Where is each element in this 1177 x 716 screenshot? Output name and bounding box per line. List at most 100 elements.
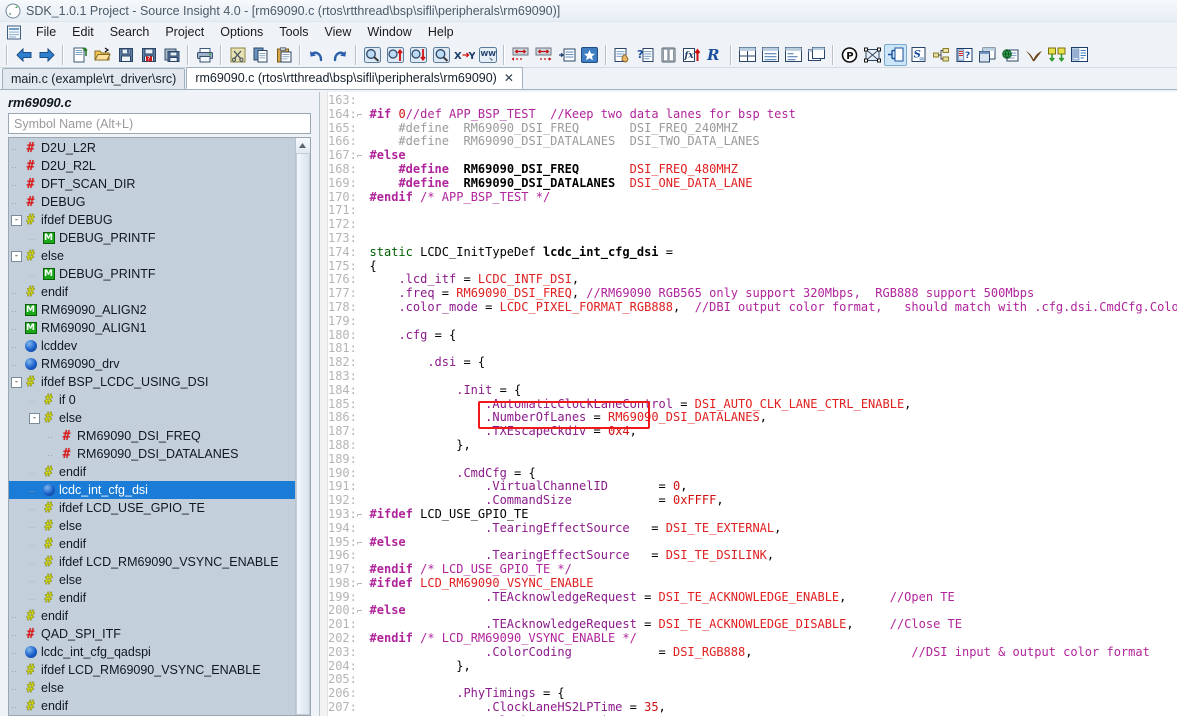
code-line[interactable]: 185: .AutomaticClockLaneControl = DSI_AU… bbox=[328, 397, 1177, 412]
context-help-icon[interactable]: ? bbox=[634, 44, 657, 66]
symbol-tree-item[interactable]: ·· # DEBUG bbox=[9, 193, 295, 211]
code-line[interactable]: 192: .CommandSize = 0xFFFF, bbox=[328, 493, 1177, 508]
menu-file[interactable]: File bbox=[28, 24, 64, 40]
tab-close-icon[interactable]: ✕ bbox=[504, 71, 514, 85]
code-line[interactable]: 173: bbox=[328, 231, 1177, 246]
file-properties-icon[interactable]: ? bbox=[953, 44, 976, 66]
menu-tools[interactable]: Tools bbox=[271, 24, 316, 40]
symbol-tree-item[interactable]: ·· # endif bbox=[9, 463, 295, 481]
tree-collapse-toggle[interactable]: - bbox=[11, 214, 22, 226]
symbol-tree-item[interactable]: ·· # endif bbox=[9, 697, 295, 715]
symbol-tree-item[interactable]: ·· # endif bbox=[9, 607, 295, 625]
code-line[interactable]: 200:⌐ #else bbox=[328, 604, 1177, 618]
menu-options[interactable]: Options bbox=[212, 24, 271, 40]
scroll-up-button[interactable] bbox=[295, 138, 310, 153]
shift-left-icon[interactable] bbox=[509, 44, 532, 66]
code-line[interactable]: 204: }, bbox=[328, 659, 1177, 674]
code-line[interactable]: 175: { bbox=[328, 259, 1177, 274]
code-line[interactable]: 178: .color_mode = LCDC_PIXEL_FORMAT_RGB… bbox=[328, 300, 1177, 315]
code-line[interactable]: 184: .Init = { bbox=[328, 383, 1177, 398]
symbol-tree-item[interactable]: ·· # endif bbox=[9, 589, 295, 607]
editor-tab[interactable]: main.c (example\rt_driver\src) bbox=[2, 68, 186, 89]
code-line[interactable]: 207: .ClockLaneHS2LPTime = 35, bbox=[328, 700, 1177, 715]
symbol-tree-item[interactable]: ·· lcdc_int_cfg_qadspi bbox=[9, 643, 295, 661]
context-window-icon[interactable] bbox=[884, 43, 907, 66]
symbol-tree-item[interactable]: ·· # ifdef LCD_RM69090_VSYNC_ENABLE bbox=[9, 661, 295, 679]
redo-icon[interactable] bbox=[328, 44, 351, 66]
symbol-tree-item[interactable]: ·· # D2U_L2R bbox=[9, 139, 295, 157]
symbol-tree-item[interactable]: - # else bbox=[9, 247, 295, 265]
symbol-tree-item[interactable]: ·· # endif bbox=[9, 283, 295, 301]
code-line[interactable]: 176: .lcd_itf = LCDC_INTF_DSI, bbox=[328, 272, 1177, 287]
symbol-tree[interactable]: ·· # D2U_L2R ·· # D2U_R2L ·· # DFT_SCAN_DIR ·· # DE… bbox=[9, 138, 295, 715]
symbol-tree-item[interactable]: ·· # endif bbox=[9, 535, 295, 553]
code-line[interactable]: 187: .TXEscapeCkdiv = 0x4, bbox=[328, 424, 1177, 439]
menu-view[interactable]: View bbox=[317, 24, 360, 40]
vertical-split-icon[interactable] bbox=[782, 44, 805, 66]
symbol-tree-item[interactable]: ·· # RM69090_DSI_DATALANES bbox=[9, 445, 295, 463]
browse-web-icon[interactable]: WWW bbox=[476, 44, 499, 66]
code-line[interactable]: 202: #endif /* LCD_RM69090_VSYNC_ENABLE … bbox=[328, 631, 1177, 646]
save-icon[interactable] bbox=[114, 44, 137, 66]
code-line[interactable]: 180: .cfg = { bbox=[328, 328, 1177, 343]
undo-icon[interactable] bbox=[305, 44, 328, 66]
symbol-tree-item[interactable]: ·· M DEBUG_PRINTF bbox=[9, 229, 295, 247]
symbol-tree-item[interactable]: ·· RM69090_drv bbox=[9, 355, 295, 373]
code-line[interactable]: 172: bbox=[328, 217, 1177, 232]
symbol-window-icon[interactable] bbox=[861, 44, 884, 66]
code-line[interactable]: 163: bbox=[328, 93, 1177, 108]
symbol-tree-item[interactable]: ·· # DFT_SCAN_DIR bbox=[9, 175, 295, 193]
tree-collapse-toggle[interactable]: - bbox=[29, 412, 40, 424]
code-line[interactable]: 168: #define RM69090_DSI_FREQ DSI_FREQ_4… bbox=[328, 162, 1177, 177]
symbol-tree-item[interactable]: ·· # else bbox=[9, 571, 295, 589]
menu-search[interactable]: Search bbox=[102, 24, 158, 40]
bird-icon[interactable] bbox=[1022, 44, 1045, 66]
code-editor[interactable]: 163: 164:⌐ #if 0//def APP_BSP_TEST //Kee… bbox=[319, 92, 1177, 716]
compare-files-icon[interactable] bbox=[1045, 44, 1068, 66]
code-line[interactable]: 198:⌐ #ifdef LCD_RM69090_VSYNC_ENABLE bbox=[328, 576, 1177, 591]
indent-icon[interactable] bbox=[555, 44, 578, 66]
tile-windows-icon[interactable] bbox=[736, 44, 759, 66]
save-as-icon[interactable]: ?? bbox=[137, 44, 160, 66]
code-line[interactable]: 183: bbox=[328, 369, 1177, 384]
relation-window-icon[interactable]: R bbox=[703, 44, 726, 66]
symbol-tree-item[interactable]: ·· M DEBUG_PRINTF bbox=[9, 265, 295, 283]
symbol-tree-item[interactable]: ·· # ifdef LCD_USE_GPIO_TE bbox=[9, 499, 295, 517]
code-line[interactable]: 181: bbox=[328, 341, 1177, 356]
menu-window[interactable]: Window bbox=[359, 24, 419, 40]
symbol-tree-item[interactable]: ·· # ifdef LCD_RM69090_VSYNC_ENABLE bbox=[9, 553, 295, 571]
symbol-tree-item[interactable]: ·· # else bbox=[9, 679, 295, 697]
code-line[interactable]: 205: bbox=[328, 673, 1177, 687]
save-all-icon[interactable] bbox=[160, 44, 183, 66]
symbol-tree-item[interactable]: ·· # if 0 bbox=[9, 391, 295, 409]
tree-collapse-toggle[interactable]: - bbox=[11, 376, 22, 388]
code-line[interactable]: 182: .dsi = { bbox=[328, 355, 1177, 370]
code-line[interactable]: 206: .PhyTimings = { bbox=[328, 686, 1177, 701]
scroll-thumb[interactable] bbox=[295, 153, 310, 715]
editor-tab[interactable]: rm69090.c (rtos\rtthread\bsp\sifli\perip… bbox=[186, 67, 523, 89]
code-line[interactable]: 194: .TearingEffectSource = DSI_TE_EXTER… bbox=[328, 521, 1177, 536]
file-list-icon[interactable] bbox=[1068, 44, 1091, 66]
code-line[interactable]: 199: .TEAcknowledgeRequest = DSI_TE_ACKN… bbox=[328, 590, 1177, 605]
cascade-windows-icon[interactable] bbox=[805, 44, 828, 66]
clip-window-icon[interactable] bbox=[976, 44, 999, 66]
function-icon[interactable]: fx bbox=[680, 44, 703, 66]
code-line[interactable]: 174: static LCDC_InitTypeDef lcdc_int_cf… bbox=[328, 245, 1177, 260]
code-line[interactable]: 195:⌐ #else bbox=[328, 535, 1177, 550]
symbol-tree-item[interactable]: - # else bbox=[9, 409, 295, 427]
cut-icon[interactable] bbox=[226, 44, 249, 66]
code-line[interactable]: 201: .TEAcknowledgeRequest = DSI_TE_ACKN… bbox=[328, 617, 1177, 632]
symbol-tree-item[interactable]: - # ifdef BSP_LCDC_USING_DSI bbox=[9, 373, 295, 391]
horizontal-split-icon[interactable] bbox=[759, 44, 782, 66]
shift-right-icon[interactable] bbox=[532, 44, 555, 66]
code-line[interactable]: 191: .VirtualChannelID = 0, bbox=[328, 479, 1177, 494]
symbol-search-input[interactable] bbox=[8, 113, 311, 134]
symbol-tree-item[interactable]: ·· # else bbox=[9, 517, 295, 535]
code-line[interactable]: 165: #define RM69090_DSI_FREQ DSI_FREQ_2… bbox=[328, 121, 1177, 136]
open-file-icon[interactable] bbox=[91, 44, 114, 66]
symbol-tree-item[interactable]: - # ifdef DEBUG bbox=[9, 211, 295, 229]
back-icon[interactable] bbox=[12, 44, 35, 66]
menu-project[interactable]: Project bbox=[157, 24, 212, 40]
print-icon[interactable] bbox=[193, 44, 216, 66]
code-line[interactable]: 179: bbox=[328, 314, 1177, 329]
